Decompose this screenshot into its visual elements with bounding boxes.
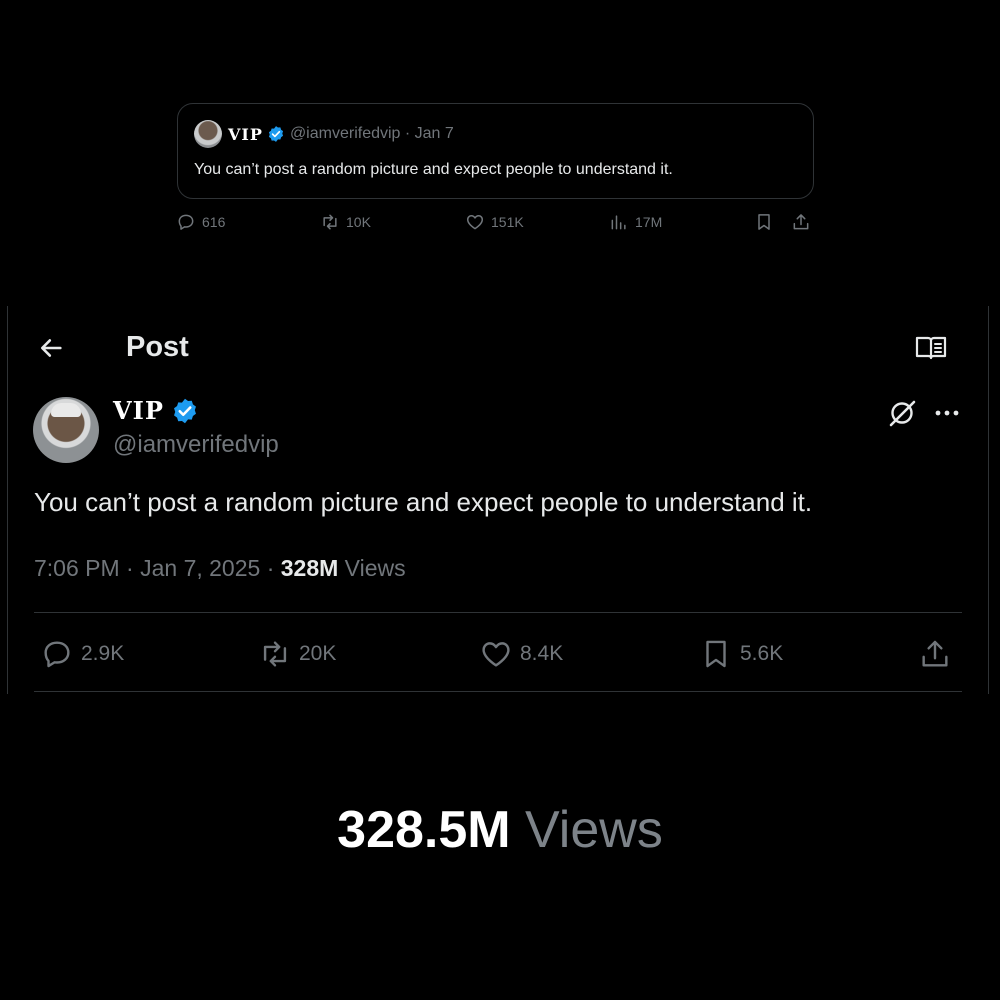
post-views-count[interactable]: 328M <box>281 555 339 581</box>
reply-button[interactable]: 2.9K <box>40 636 124 672</box>
grok-icon <box>889 400 916 427</box>
reply-button[interactable]: 616 <box>176 212 225 232</box>
reader-mode-button[interactable] <box>914 333 948 363</box>
bookmark-button[interactable] <box>754 212 774 232</box>
verified-badge-icon <box>171 397 199 425</box>
divider <box>34 612 962 613</box>
repost-count: 10K <box>346 214 371 230</box>
panel-right-border <box>988 306 989 694</box>
avatar[interactable] <box>194 120 222 148</box>
share-icon <box>922 640 948 667</box>
share-button[interactable] <box>918 636 959 672</box>
reply-count: 616 <box>202 214 226 230</box>
post-text: You can’t post a random picture and expe… <box>34 487 813 517</box>
views-chart-icon <box>611 215 626 230</box>
quoted-post-text: You can’t post a random picture and expe… <box>194 161 673 178</box>
views-button[interactable]: 17M <box>609 212 662 232</box>
quoted-action-bar: 616 10K 151K 17M <box>176 212 816 240</box>
page-title: Post <box>126 331 189 363</box>
bookmark-button[interactable]: 5.6K <box>699 636 783 672</box>
back-arrow-icon <box>40 339 62 357</box>
post-views-label: Views <box>338 555 406 581</box>
repost-count: 20K <box>299 642 337 665</box>
reader-mode-icon <box>915 336 947 360</box>
share-button[interactable] <box>791 212 811 232</box>
reply-count: 2.9K <box>81 642 125 665</box>
more-icon <box>935 410 959 416</box>
reply-icon <box>44 641 70 668</box>
post-timestamp[interactable]: 7:06 PM · Jan 7, 2025 · <box>34 555 281 581</box>
author-display-name[interactable]: VIP <box>113 396 164 425</box>
views-count: 17M <box>635 214 663 230</box>
repost-button[interactable]: 20K <box>258 636 336 672</box>
caption-views-label: Views <box>510 801 663 859</box>
repost-icon <box>263 641 287 667</box>
like-button[interactable]: 8.4K <box>479 636 563 672</box>
verified-badge-icon <box>267 125 285 143</box>
share-icon <box>793 214 809 230</box>
quoted-handle-date: @iamverifedvip · Jan 7 <box>289 125 454 142</box>
like-button[interactable]: 151K <box>465 212 524 232</box>
back-button[interactable] <box>36 333 66 363</box>
panel-left-border <box>7 306 8 694</box>
post-meta: 7:06 PM · Jan 7, 2025 · 328M Views <box>34 555 406 582</box>
grok-button[interactable] <box>885 396 919 430</box>
divider <box>34 691 962 692</box>
bookmark-icon <box>706 640 726 668</box>
bookmark-count: 5.6K <box>740 642 784 665</box>
avatar[interactable] <box>33 397 99 463</box>
caption-views-number: 328.5M <box>337 801 511 859</box>
like-count: 151K <box>491 214 524 230</box>
more-options-button[interactable] <box>930 396 964 430</box>
bookmark-icon <box>758 214 770 230</box>
views-caption: 328.5M Views <box>0 800 1000 860</box>
author-handle[interactable]: @iamverifedvip <box>113 431 279 459</box>
quoted-post-card[interactable]: VIP @iamverifedvip · Jan 7 You can’t pos… <box>177 103 814 199</box>
heart-icon <box>466 215 484 230</box>
author-name-row: VIP <box>113 396 199 425</box>
reply-icon <box>178 214 194 230</box>
repost-icon <box>323 214 337 230</box>
quoted-post-header: VIP @iamverifedvip · Jan 7 <box>194 120 797 148</box>
heart-icon <box>482 642 510 667</box>
repost-button[interactable]: 10K <box>320 212 371 232</box>
quoted-display-name[interactable]: VIP <box>228 125 263 144</box>
like-count: 8.4K <box>520 642 564 665</box>
